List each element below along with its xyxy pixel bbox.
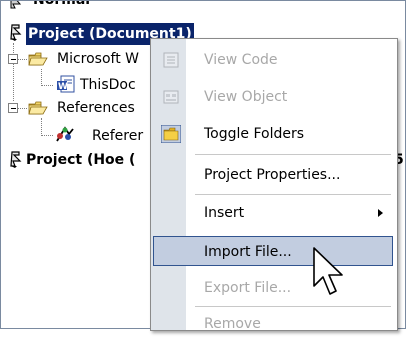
menu-item-toggle-folders[interactable]: Toggle Folders: [153, 119, 393, 149]
menu-separator: [195, 306, 391, 307]
tree-item-label: ThisDoc: [80, 77, 136, 93]
menu-item-view-object[interactable]: View Object: [153, 82, 393, 112]
menu-separator: [195, 154, 391, 155]
menu-item-label: View Object: [204, 89, 288, 105]
vba-project-icon: [10, 24, 22, 41]
menu-item-label: Insert: [204, 205, 245, 221]
tree-connector: [41, 118, 42, 136]
tree-connector: [41, 69, 42, 86]
vba-project-icon: [10, 1, 22, 9]
menu-item-label: Toggle Folders: [204, 126, 305, 142]
view-code-icon: [163, 52, 179, 68]
view-object-icon: [163, 90, 179, 104]
menu-item-export-file[interactable]: Export File...: [153, 273, 393, 303]
mouse-pointer-icon: [313, 247, 343, 295]
tree-item-label: Normal: [33, 0, 91, 8]
folder-open-icon: [28, 101, 48, 115]
tree-connector: [41, 85, 53, 86]
tree-item-label: Project (Hoe (: [26, 152, 136, 168]
reference-icon: [56, 126, 74, 142]
svg-text:W: W: [58, 82, 68, 92]
menu-item-label: Export File...: [204, 280, 292, 296]
menu-separator: [195, 194, 391, 195]
menu-item-label: Import File...: [204, 244, 292, 260]
vba-project-icon: [10, 151, 22, 168]
folder-icon: [161, 125, 181, 143]
tree-item-label: Microsoft W: [57, 51, 140, 67]
menu-item-project-properties[interactable]: Project Properties...: [153, 160, 393, 190]
collapse-toggle-icon[interactable]: [8, 54, 18, 64]
submenu-arrow-icon: [378, 209, 383, 217]
menu-item-import-file[interactable]: Import File...: [153, 236, 393, 266]
menu-item-label: Project Properties...: [204, 167, 341, 183]
tree-connector: [13, 43, 14, 101]
tree-item-label: Referer: [92, 128, 144, 144]
tree-connector: [41, 135, 53, 136]
collapse-toggle-icon[interactable]: [8, 103, 18, 113]
word-document-icon: W: [57, 75, 75, 93]
menu-item-label: View Code: [204, 52, 278, 68]
menu-item-insert[interactable]: Insert: [153, 198, 393, 228]
menu-item-remove[interactable]: Remove: [153, 309, 393, 339]
context-menu: View Code View Object Toggle Folders Pro…: [150, 38, 398, 332]
tree-item-label: References: [57, 100, 135, 116]
folder-open-icon: [28, 52, 48, 66]
menu-item-label: Remove: [204, 316, 261, 332]
menu-item-view-code[interactable]: View Code: [153, 45, 393, 75]
